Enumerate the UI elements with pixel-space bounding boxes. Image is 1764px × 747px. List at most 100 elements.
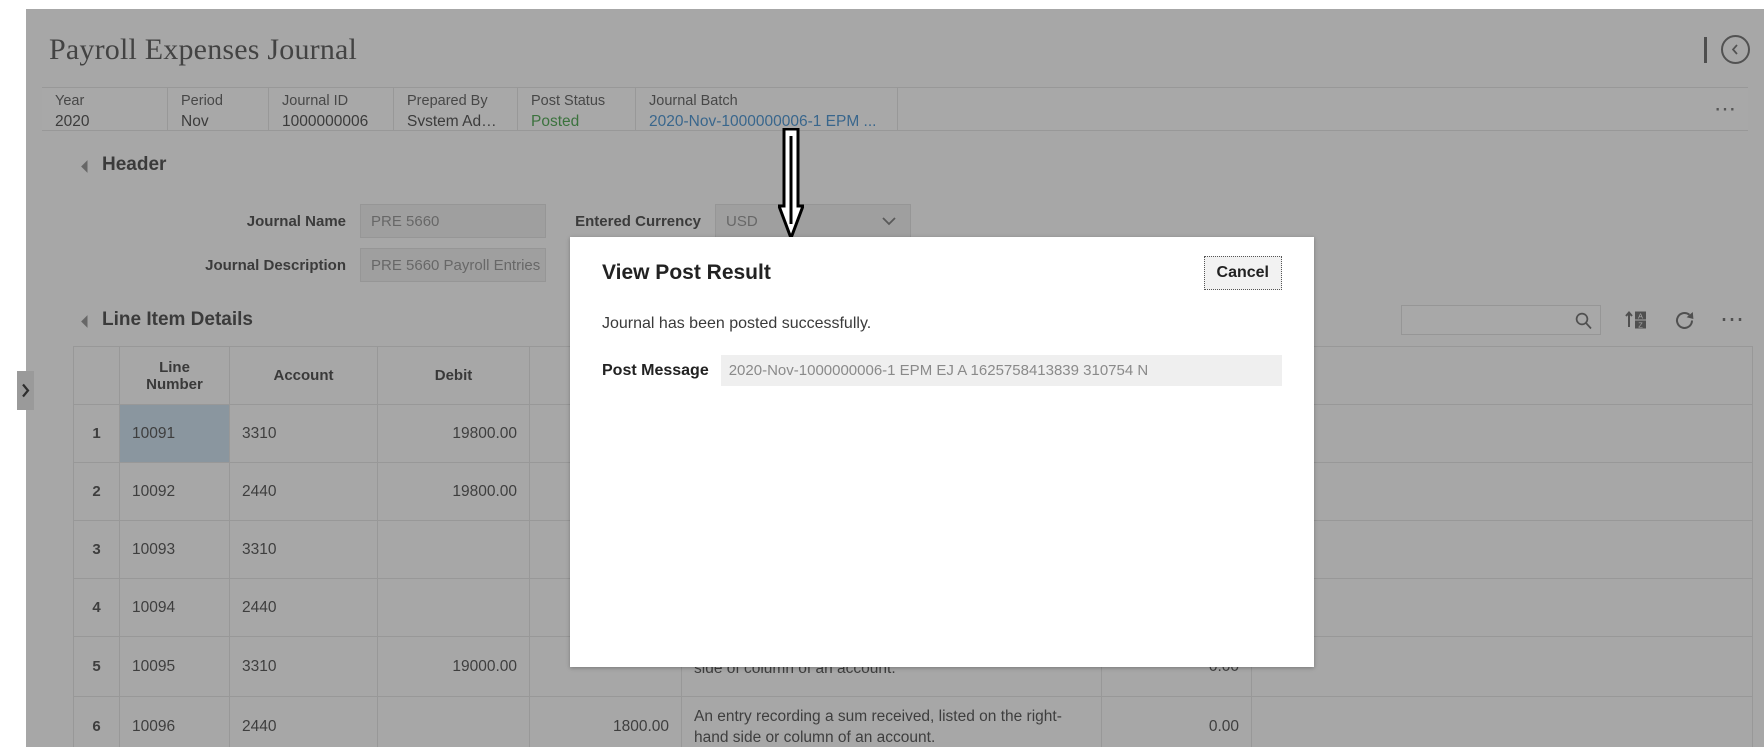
- column-header-account[interactable]: Account: [230, 347, 378, 405]
- line-item-more-ellipsis-icon[interactable]: ⋯: [1720, 308, 1746, 332]
- cell-account[interactable]: 2440: [230, 463, 378, 521]
- cell-debit[interactable]: 19800.00: [378, 405, 530, 463]
- cell-filler: [1252, 579, 1753, 637]
- cell-account[interactable]: 3310: [230, 521, 378, 579]
- cell-account[interactable]: 3310: [230, 637, 378, 697]
- entered-currency-select[interactable]: USD: [715, 204, 911, 238]
- cell-debit[interactable]: [378, 579, 530, 637]
- post-message-input[interactable]: 2020-Nov-1000000006-1 EPM EJ A 162575841…: [720, 355, 1282, 386]
- svg-text:Z: Z: [1638, 320, 1643, 329]
- summary-label: Prepared By: [407, 93, 488, 109]
- cell-amount[interactable]: 0.00: [1102, 697, 1252, 747]
- cell-debit[interactable]: [378, 521, 530, 579]
- journal-summary-strip: Year 2020 Period Nov Journal ID 10000000…: [42, 87, 1748, 131]
- triangle-expanded-icon: [81, 314, 94, 328]
- cell-line-number[interactable]: 10091: [120, 405, 230, 463]
- column-header-line-number-l2: Number: [146, 375, 203, 393]
- chevron-right-icon: [22, 383, 30, 398]
- line-item-toolbar: A Z ⋯: [1401, 305, 1746, 335]
- summary-label: Journal Batch: [649, 93, 738, 109]
- column-header-filler: [1252, 347, 1753, 405]
- summary-label: Journal ID: [282, 93, 349, 109]
- summary-value: 2020: [55, 112, 90, 126]
- row-number[interactable]: 5: [74, 637, 120, 697]
- summary-overflow-ellipsis-icon[interactable]: ⋯: [1714, 88, 1748, 130]
- journal-name-label: Journal Name: [246, 212, 346, 230]
- cell-debit[interactable]: 19800.00: [378, 463, 530, 521]
- summary-field-period: Period Nov: [168, 88, 269, 130]
- status-badge: Posted: [531, 112, 580, 126]
- summary-value: Nov: [181, 112, 209, 126]
- row-number[interactable]: 2: [74, 463, 120, 521]
- summary-label: Period: [181, 93, 223, 109]
- dialog-message: Journal has been posted successfully.: [602, 315, 872, 332]
- cell-line-number[interactable]: 10092: [120, 463, 230, 521]
- summary-field-journal-id: Journal ID 1000000006: [269, 88, 394, 130]
- chevron-left-circle-icon[interactable]: [1721, 35, 1750, 64]
- screen: Payroll Expenses Journal Year 2020 Perio…: [0, 0, 1764, 747]
- cell-account[interactable]: 2440: [230, 579, 378, 637]
- column-header-debit[interactable]: Debit: [378, 347, 530, 405]
- search-input[interactable]: [1401, 305, 1601, 335]
- journal-description-label: Journal Description: [205, 256, 346, 274]
- summary-field-journal-batch: Journal Batch 2020-Nov-1000000006-1 EPM …: [636, 88, 898, 130]
- row-number[interactable]: 1: [74, 405, 120, 463]
- cell-debit[interactable]: 19000.00: [378, 637, 530, 697]
- cell-filler: [1252, 463, 1753, 521]
- svg-text:A: A: [1638, 311, 1643, 320]
- line-item-details-title: Line Item Details: [102, 309, 253, 330]
- journal-name-row: Journal Name PRE 5660: [166, 204, 546, 238]
- summary-field-year: Year 2020: [42, 88, 168, 130]
- summary-value: System Admin: [407, 112, 503, 126]
- cell-account[interactable]: 3310: [230, 405, 378, 463]
- summary-value: 1000000006: [282, 112, 369, 126]
- vertical-bar-icon: [1704, 36, 1707, 63]
- entered-currency-value: USD: [726, 212, 758, 230]
- cancel-button[interactable]: Cancel: [1203, 256, 1282, 290]
- cell-account[interactable]: 2440: [230, 697, 378, 747]
- triangle-expanded-icon: [81, 159, 94, 173]
- header-section-toggle[interactable]: Header: [81, 154, 167, 176]
- page-title-bar: Payroll Expenses Journal: [26, 9, 1764, 85]
- header-section-title: Header: [102, 154, 167, 175]
- entered-currency-row: Entered Currency USD: [551, 204, 911, 238]
- table-row[interactable]: 6 10096 2440 1800.00 An entry recording …: [74, 697, 1753, 747]
- chevron-down-icon[interactable]: [868, 205, 910, 237]
- line-item-details-toggle[interactable]: Line Item Details: [81, 309, 253, 331]
- cell-description[interactable]: An entry recording a sum received, liste…: [682, 697, 1102, 747]
- search-icon[interactable]: [1574, 311, 1593, 330]
- row-number[interactable]: 3: [74, 521, 120, 579]
- row-number[interactable]: 6: [74, 697, 120, 747]
- cell-filler: [1252, 697, 1753, 747]
- summary-label: Post Status: [531, 93, 606, 109]
- refresh-icon[interactable]: [1673, 309, 1696, 332]
- cell-line-number[interactable]: 10096: [120, 697, 230, 747]
- down-arrow-annotation: [776, 127, 806, 245]
- column-header-select: [74, 347, 120, 405]
- journal-description-row: Journal Description PRE 5660 Payroll Ent…: [166, 248, 546, 282]
- summary-field-prepared-by: Prepared By System Admin: [394, 88, 518, 130]
- cell-filler: [1252, 637, 1753, 697]
- column-header-line-number-l1: Line: [159, 358, 190, 376]
- summary-field-post-status: Post Status Posted: [518, 88, 636, 130]
- sidebar-expand-handle[interactable]: [17, 371, 34, 410]
- post-message-label: Post Message: [602, 361, 709, 379]
- cell-filler: [1252, 405, 1753, 463]
- post-message-row: Post Message 2020-Nov-1000000006-1 EPM E…: [570, 355, 1314, 386]
- cell-debit[interactable]: [378, 697, 530, 747]
- column-header-line-number[interactable]: Line Number: [120, 347, 230, 405]
- row-number[interactable]: 4: [74, 579, 120, 637]
- entered-currency-label: Entered Currency: [575, 212, 701, 230]
- journal-batch-link[interactable]: 2020-Nov-1000000006-1 EPM ...: [649, 112, 883, 126]
- cell-line-number[interactable]: 10095: [120, 637, 230, 697]
- cell-line-number[interactable]: 10094: [120, 579, 230, 637]
- cell-line-number[interactable]: 10093: [120, 521, 230, 579]
- dialog-title: View Post Result: [602, 261, 771, 284]
- journal-name-input[interactable]: PRE 5660: [360, 204, 546, 238]
- journal-description-input[interactable]: PRE 5660 Payroll Entries: [360, 248, 546, 282]
- view-post-result-dialog: View Post Result Cancel Journal has been…: [570, 237, 1314, 667]
- page-title-actions: [1704, 35, 1750, 64]
- page-title: Payroll Expenses Journal: [49, 33, 358, 66]
- sort-ascending-az-icon[interactable]: A Z: [1625, 309, 1649, 331]
- cell-credit[interactable]: 1800.00: [530, 697, 682, 747]
